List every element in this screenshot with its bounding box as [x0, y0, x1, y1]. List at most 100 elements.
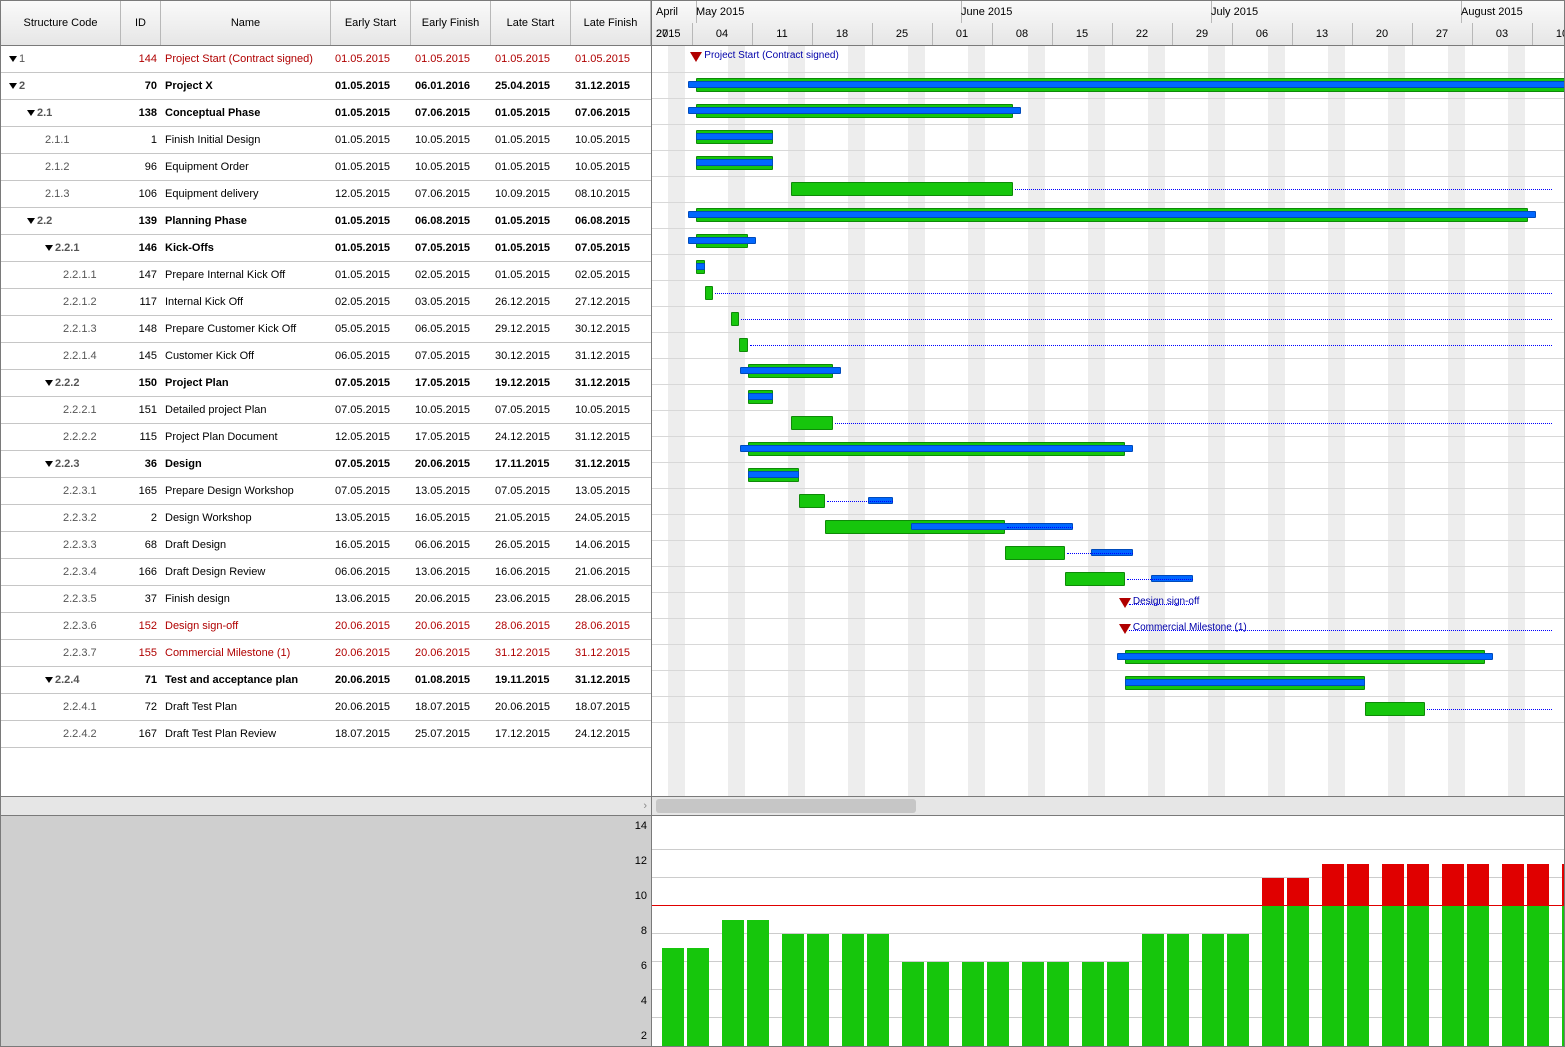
cell-id: 152	[121, 620, 161, 632]
col-late-start[interactable]: Late Start	[491, 1, 571, 45]
table-row[interactable]: 2.2.4.2167Draft Test Plan Review18.07.20…	[1, 721, 651, 748]
task-bar[interactable]	[731, 312, 740, 326]
gantt-row[interactable]	[652, 488, 1564, 515]
table-row[interactable]: 2.2.3.537Finish design13.06.201520.06.20…	[1, 586, 651, 613]
gantt-row[interactable]	[652, 202, 1564, 229]
chevron-down-icon[interactable]	[9, 83, 17, 89]
col-structure[interactable]: Structure Code	[1, 1, 121, 45]
hscroll-right[interactable]	[652, 796, 1564, 815]
table-row[interactable]: 2.2.2.1151Detailed project Plan07.05.201…	[1, 397, 651, 424]
late-bar	[696, 159, 773, 166]
chevron-down-icon[interactable]	[45, 245, 53, 251]
gantt-row[interactable]	[652, 228, 1564, 255]
cell-name: Commercial Milestone (1)	[161, 647, 331, 659]
table-body[interactable]: 1144Project Start (Contract signed)01.05…	[1, 46, 651, 796]
hscroll-left[interactable]: ›	[1, 796, 651, 815]
gantt-row[interactable]	[652, 540, 1564, 567]
gantt-row[interactable]: Design sign-off	[652, 592, 1564, 619]
task-bar[interactable]	[1065, 572, 1125, 586]
gantt-row[interactable]	[652, 462, 1564, 489]
table-row[interactable]: 2.1.296Equipment Order01.05.201510.05.20…	[1, 154, 651, 181]
col-id[interactable]: ID	[121, 1, 161, 45]
gantt-row[interactable]	[652, 176, 1564, 203]
day-label: 08	[992, 23, 1053, 45]
cell-es: 20.06.2015	[331, 647, 411, 659]
gantt-row[interactable]	[652, 98, 1564, 125]
table-row[interactable]: 2.1.11Finish Initial Design01.05.201510.…	[1, 127, 651, 154]
cell-id: 68	[121, 539, 161, 551]
chevron-down-icon[interactable]	[45, 677, 53, 683]
col-early-finish[interactable]: Early Finish	[411, 1, 491, 45]
table-row[interactable]: 2.2.2.2115Project Plan Document12.05.201…	[1, 424, 651, 451]
table-row[interactable]: 2.1138Conceptual Phase01.05.201507.06.20…	[1, 100, 651, 127]
histogram-chart[interactable]	[652, 816, 1564, 1046]
table-row[interactable]: 2.2.1.4145Customer Kick Off06.05.201507.…	[1, 343, 651, 370]
chevron-down-icon[interactable]	[45, 461, 53, 467]
gantt-row[interactable]	[652, 436, 1564, 463]
task-bar[interactable]	[791, 182, 1014, 196]
cell-name: Finish Initial Design	[161, 134, 331, 146]
gantt-row[interactable]: Commercial Milestone (1)	[652, 618, 1564, 645]
chevron-down-icon[interactable]	[27, 218, 35, 224]
task-bar[interactable]	[1005, 546, 1065, 560]
gantt-row[interactable]	[652, 124, 1564, 151]
table-row[interactable]: 2.2.3.4166Draft Design Review06.06.20151…	[1, 559, 651, 586]
gantt-row[interactable]	[652, 332, 1564, 359]
gantt-row[interactable]	[652, 696, 1564, 723]
gantt-row[interactable]	[652, 358, 1564, 385]
table-row[interactable]: 2.2.3.1165Prepare Design Workshop07.05.2…	[1, 478, 651, 505]
chevron-down-icon[interactable]	[9, 56, 17, 62]
table-row[interactable]: 2.2.2150Project Plan07.05.201517.05.2015…	[1, 370, 651, 397]
cell-lf: 27.12.2015	[571, 296, 651, 308]
table-row[interactable]: 2.2.1.1147Prepare Internal Kick Off01.05…	[1, 262, 651, 289]
table-row[interactable]: 2.2.1.2117Internal Kick Off02.05.201503.…	[1, 289, 651, 316]
col-early-start[interactable]: Early Start	[331, 1, 411, 45]
timeline-header[interactable]: April 2015May 2015June 2015July 2015Augu…	[652, 1, 1564, 46]
task-bar[interactable]	[705, 286, 714, 300]
col-name[interactable]: Name	[161, 1, 331, 45]
task-bar[interactable]	[1365, 702, 1425, 716]
cell-id: 117	[121, 296, 161, 308]
late-bar	[748, 471, 799, 478]
milestone-icon[interactable]	[690, 52, 702, 62]
table-row[interactable]: 1144Project Start (Contract signed)01.05…	[1, 46, 651, 73]
gantt-chart[interactable]: Project Start (Contract signed) Design si…	[652, 46, 1564, 796]
table-row[interactable]: 2.2.1146Kick-Offs01.05.201507.05.201501.…	[1, 235, 651, 262]
gantt-row[interactable]	[652, 566, 1564, 593]
task-bar[interactable]	[799, 494, 825, 508]
task-bar[interactable]	[791, 416, 834, 430]
gantt-row[interactable]	[652, 384, 1564, 411]
table-row[interactable]: 2.2.3.7155Commercial Milestone (1)20.06.…	[1, 640, 651, 667]
gantt-row[interactable]	[652, 670, 1564, 697]
table-row[interactable]: 2.2.1.3148Prepare Customer Kick Off05.05…	[1, 316, 651, 343]
table-row[interactable]: 2.2.3.368Draft Design16.05.201506.06.201…	[1, 532, 651, 559]
gantt-row[interactable]	[652, 150, 1564, 177]
milestone-icon[interactable]	[1119, 598, 1131, 608]
table-row[interactable]: 2.2.3.6152Design sign-off20.06.201520.06…	[1, 613, 651, 640]
task-bar[interactable]	[739, 338, 748, 352]
table-row[interactable]: 2.1.3106Equipment delivery12.05.201507.0…	[1, 181, 651, 208]
cell-ef: 07.05.2015	[411, 350, 491, 362]
gantt-row[interactable]: Project Start (Contract signed)	[652, 46, 1564, 73]
gantt-row[interactable]	[652, 410, 1564, 437]
chevron-down-icon[interactable]	[27, 110, 35, 116]
milestone-icon[interactable]	[1119, 624, 1131, 634]
gantt-row[interactable]	[652, 254, 1564, 281]
scroll-thumb[interactable]	[656, 799, 916, 813]
gantt-row[interactable]	[652, 306, 1564, 333]
table-row[interactable]: 2.2139Planning Phase01.05.201506.08.2015…	[1, 208, 651, 235]
float-line	[715, 293, 1552, 294]
cell-lf: 10.05.2015	[571, 161, 651, 173]
gantt-row[interactable]	[652, 280, 1564, 307]
chevron-down-icon[interactable]	[45, 380, 53, 386]
col-late-finish[interactable]: Late Finish	[571, 1, 651, 45]
table-row[interactable]: 2.2.471Test and acceptance plan20.06.201…	[1, 667, 651, 694]
cell-lf: 07.06.2015	[571, 107, 651, 119]
table-row[interactable]: 2.2.3.22Design Workshop13.05.201516.05.2…	[1, 505, 651, 532]
gantt-row[interactable]	[652, 72, 1564, 99]
table-row[interactable]: 270Project X01.05.201506.01.201625.04.20…	[1, 73, 651, 100]
table-row[interactable]: 2.2.4.172Draft Test Plan20.06.201518.07.…	[1, 694, 651, 721]
gantt-row[interactable]	[652, 514, 1564, 541]
gantt-row[interactable]	[652, 644, 1564, 671]
table-row[interactable]: 2.2.336Design07.05.201520.06.201517.11.2…	[1, 451, 651, 478]
